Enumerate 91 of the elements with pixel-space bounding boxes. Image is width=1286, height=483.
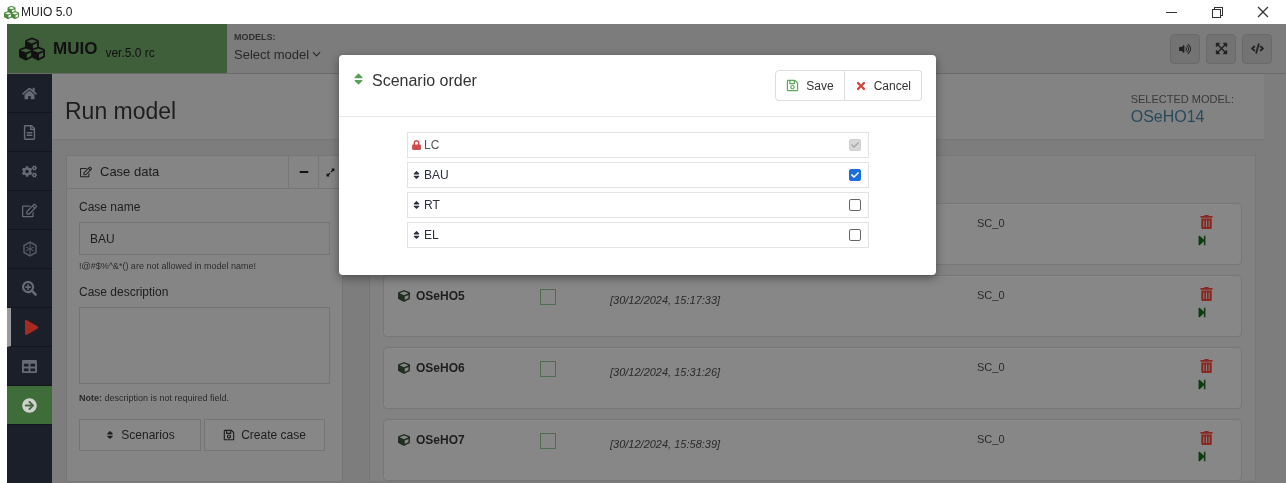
- brand-logo-icon: [19, 35, 45, 62]
- scenario-checkbox[interactable]: [849, 169, 861, 181]
- scenario-name: EL: [424, 227, 439, 244]
- scenario-checkbox[interactable]: [849, 199, 861, 211]
- create-case-button[interactable]: Create case: [204, 419, 325, 451]
- brand-version: ver.5.0 rc: [105, 44, 155, 62]
- trash-icon: [1200, 359, 1213, 373]
- delete-button[interactable]: [1200, 287, 1213, 301]
- case-row-date: [30/12/2024, 15:58:39]: [610, 438, 721, 450]
- step-forward-icon: [1196, 379, 1207, 390]
- sort-icon: [105, 430, 116, 440]
- hexagon-icon: [21, 241, 38, 257]
- restore-icon: [1209, 4, 1225, 20]
- trash-icon: [1200, 431, 1213, 445]
- selected-model-name: OSeHO14: [1130, 107, 1206, 126]
- close-icon: [1255, 4, 1271, 20]
- page-title: Run model: [65, 97, 177, 126]
- expand-icon: [1214, 42, 1228, 55]
- case-description-label: Case description: [79, 283, 170, 301]
- speaker-icon: [1179, 42, 1191, 55]
- step-forward-icon: [1196, 451, 1207, 462]
- document-icon: [22, 124, 37, 140]
- delete-button[interactable]: [1200, 215, 1213, 229]
- code-icon: [1250, 42, 1264, 55]
- cube-icon: [398, 362, 410, 374]
- delete-button[interactable]: [1200, 431, 1213, 445]
- cube-icon: [398, 290, 410, 302]
- dialog-title: Scenario order: [372, 71, 477, 91]
- case-row-name: OSeHO6: [416, 360, 465, 377]
- edit-icon: [22, 202, 37, 218]
- run-button[interactable]: [1196, 451, 1207, 462]
- scenarios-button[interactable]: Scenarios: [79, 419, 201, 451]
- case-row-scenario: SC_0: [977, 360, 1005, 375]
- sidebar-item[interactable]: [7, 386, 52, 425]
- window-title: MUIO 5.0: [21, 4, 73, 21]
- cancel-button[interactable]: Cancel: [844, 70, 922, 101]
- edit-icon: [80, 166, 92, 178]
- case-row-name: OSeHO7: [416, 432, 465, 449]
- case-name-hint: !@#$%^&*() are not allowed in model name!: [79, 260, 257, 273]
- home-icon: [22, 85, 37, 101]
- expand-icon: [326, 167, 335, 177]
- cube-icon: [398, 434, 410, 446]
- scenario-row[interactable]: RT: [407, 192, 869, 218]
- save-icon: [223, 429, 236, 441]
- scenario-name: RT: [424, 197, 440, 214]
- case-row-scenario: SC_0: [977, 216, 1005, 231]
- case-name-field[interactable]: BAU: [79, 222, 330, 255]
- table-icon: [22, 358, 37, 374]
- sort-icon: [353, 72, 364, 86]
- scenario-name: LC: [424, 137, 440, 154]
- scenario-row[interactable]: BAU: [407, 162, 869, 188]
- case-checkbox[interactable]: [540, 289, 556, 305]
- minimize-icon: [1165, 11, 1177, 13]
- scenario-name: BAU: [424, 167, 449, 184]
- case-checkbox[interactable]: [540, 361, 556, 377]
- case-row-name: OSeHO5: [416, 288, 465, 305]
- brand-name: MUIO: [53, 37, 98, 60]
- case-row-date: [30/12/2024, 15:17:33]: [610, 294, 721, 306]
- scenario-row[interactable]: LC: [407, 132, 869, 158]
- case-row-date: [30/12/2024, 15:31:26]: [610, 366, 721, 378]
- play-icon: [24, 319, 39, 335]
- run-button[interactable]: [1196, 307, 1207, 318]
- chevron-icon: [312, 51, 322, 58]
- model-select[interactable]: Select model: [234, 44, 322, 64]
- description-note: Note: description is not required field.: [79, 391, 231, 405]
- sound-button[interactable]: [1170, 33, 1200, 64]
- run-button[interactable]: [1196, 379, 1207, 390]
- step-forward-icon: [1196, 307, 1207, 318]
- scenario-row[interactable]: EL: [407, 222, 869, 248]
- fullscreen-button[interactable]: [1206, 33, 1236, 64]
- code-button[interactable]: [1242, 33, 1272, 64]
- zoom-in-icon: [22, 280, 37, 296]
- run-button[interactable]: [1196, 235, 1207, 246]
- app-logo-icon: [4, 4, 19, 20]
- step-forward-icon: [1196, 235, 1207, 246]
- trash-icon: [1200, 287, 1213, 301]
- panel-title: Case data: [100, 163, 160, 182]
- scenario-checkbox[interactable]: [849, 229, 861, 241]
- trash-icon: [1200, 215, 1213, 229]
- delete-button[interactable]: [1200, 359, 1213, 373]
- case-checkbox[interactable]: [540, 433, 556, 449]
- gears-icon: [22, 163, 37, 179]
- save-button[interactable]: Save: [775, 70, 845, 101]
- selected-model-label: SELECTED MODEL:: [1130, 92, 1234, 107]
- models-label: MODELS:: [234, 31, 277, 44]
- sidebar-item[interactable]: [7, 308, 52, 347]
- save-icon: [786, 79, 800, 92]
- case-row-scenario: SC_0: [977, 288, 1005, 303]
- case-row-scenario: SC_0: [977, 432, 1005, 447]
- close-icon: [854, 79, 867, 92]
- case-name-label: Case name: [79, 199, 142, 216]
